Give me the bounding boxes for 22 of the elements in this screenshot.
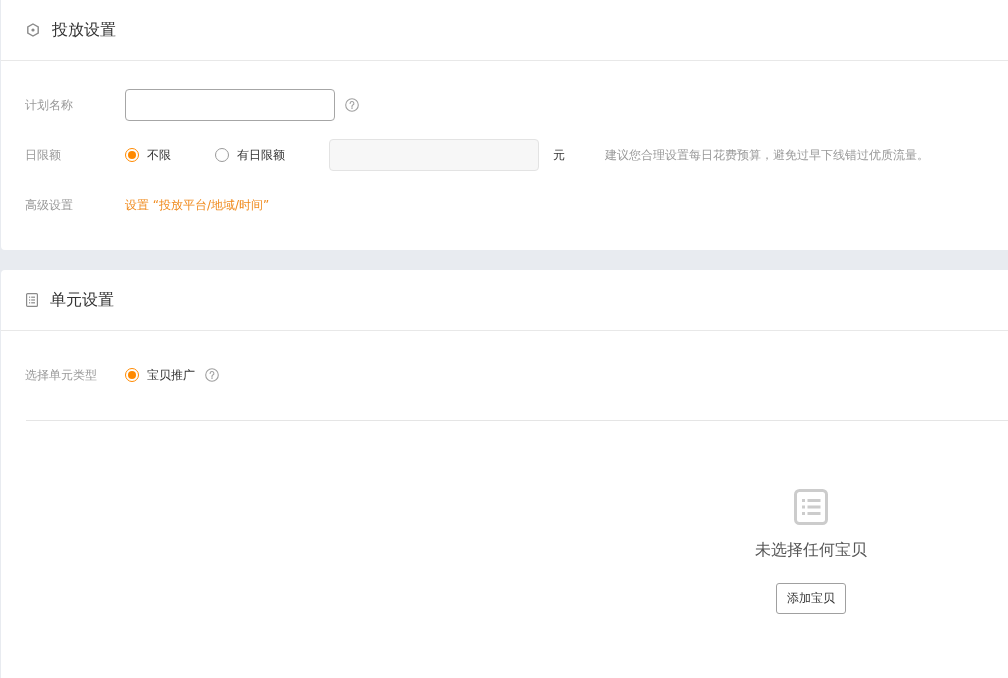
field-label: 选择单元类型 bbox=[25, 367, 98, 384]
radio-option[interactable]: 不限 bbox=[125, 146, 171, 164]
radio-icon[interactable] bbox=[125, 148, 139, 162]
radio-option[interactable]: 宝贝推广 bbox=[125, 366, 195, 384]
help-icon[interactable] bbox=[205, 368, 219, 382]
add-item-button[interactable]: 添加宝贝 bbox=[775, 583, 846, 614]
unit-label: 元 bbox=[553, 147, 565, 164]
help-icon[interactable] bbox=[345, 98, 359, 112]
field-label: 计划名称 bbox=[25, 97, 74, 114]
radio-icon[interactable] bbox=[215, 148, 229, 162]
empty-message: 未选择任何宝贝 bbox=[754, 539, 867, 561]
section-title: 投放设置 bbox=[52, 19, 116, 41]
section-title: 单元设置 bbox=[50, 289, 114, 311]
document-icon bbox=[26, 293, 38, 307]
text-input[interactable] bbox=[125, 89, 335, 121]
radio-option[interactable]: 有日限额 bbox=[215, 146, 285, 164]
hint-text: 建议您合理设置每日花费预算，避免过早下线错过优质流量。 bbox=[605, 147, 929, 164]
field-label: 日限额 bbox=[25, 147, 62, 164]
radio-icon[interactable] bbox=[125, 368, 139, 382]
list-icon bbox=[793, 489, 828, 525]
field-label: 高级设置 bbox=[25, 197, 74, 214]
hexagon-icon bbox=[26, 23, 40, 37]
